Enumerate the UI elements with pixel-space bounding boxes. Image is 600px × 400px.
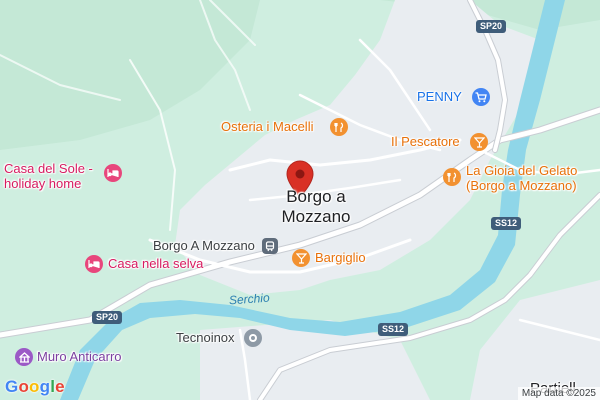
google-logo-text: Google [5,377,65,396]
map-attribution[interactable]: Map data ©2025 [517,387,600,400]
cocktail-icon[interactable] [292,249,310,267]
town-name-line2: Mozzano [281,206,351,226]
monument-icon[interactable] [15,348,33,366]
road-shield-sp20: SP20 [476,20,507,33]
train-icon[interactable] [262,238,278,254]
station-label[interactable]: Borgo A Mozzano [153,238,255,254]
poi-label-gioia-gelato[interactable]: La Gioia del Gelato (Borgo a Mozzano) [466,163,578,194]
poi-label-casa-nella-selva[interactable]: Casa nella selva [108,256,203,272]
poi-casa-sole-line2: holiday home [4,175,82,191]
circle-icon[interactable] [244,329,262,347]
poi-label-casa-del-sole[interactable]: Casa del Sole - holiday home [4,161,93,192]
map-canvas[interactable]: SP20 SP20 SS12 SS12 Serchio Borgo a Mozz… [0,0,600,400]
road-shield-ss12: SS12 [378,323,409,336]
poi-label-tecnoinox[interactable]: Tecnoinox [176,330,235,346]
poi-label-bargiglio[interactable]: Bargiglio [315,250,366,266]
poi-label-osteria[interactable]: Osteria i Macelli [221,119,313,135]
road-shield-sp20: SP20 [92,311,123,324]
poi-gelato-line1: La Gioia del Gelato [466,163,578,178]
poi-label-il-pescatore[interactable]: Il Pescatore [391,134,460,150]
bed-icon[interactable] [104,164,122,182]
road-shield-ss12: SS12 [491,217,522,230]
poi-casa-sole-line1: Casa del Sole - [4,161,93,176]
place-label-town[interactable]: Borgo a Mozzano [270,187,362,226]
cart-icon[interactable] [472,88,490,106]
cocktail-icon[interactable] [470,133,488,151]
town-name-line1: Borgo a [286,187,346,206]
poi-gelato-line2: (Borgo a Mozzano) [466,177,577,193]
fork-knife-icon[interactable] [443,168,461,186]
bed-icon[interactable] [85,255,103,273]
poi-label-muro-anticarro[interactable]: Muro Anticarro [37,349,122,365]
fork-knife-icon[interactable] [330,118,348,136]
poi-label-penny[interactable]: PENNY [417,89,462,105]
google-logo: Google [5,377,65,397]
river-label: Serchio [228,290,271,308]
